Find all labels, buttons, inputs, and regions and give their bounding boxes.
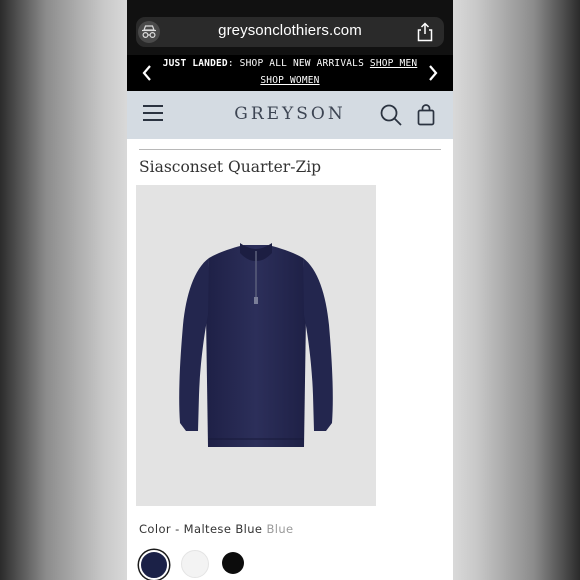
url-text[interactable]: greysonclothiers.com bbox=[127, 22, 453, 39]
share-icon bbox=[417, 22, 433, 42]
promo-prev-button[interactable] bbox=[141, 64, 153, 82]
browser-bar: greysonclothiers.com bbox=[127, 0, 453, 55]
product-image[interactable] bbox=[136, 185, 376, 506]
divider bbox=[139, 149, 441, 150]
color-selection: Color - Maltese Blue Blue bbox=[139, 522, 294, 536]
promo-headline: JUST LANDED bbox=[162, 58, 228, 69]
product-title: Siasconset Quarter-Zip bbox=[139, 158, 322, 176]
color-value: Blue bbox=[266, 522, 294, 536]
swatch-maltese-blue[interactable] bbox=[139, 550, 169, 580]
site-header: GREYSON bbox=[127, 91, 453, 139]
search-button[interactable] bbox=[379, 103, 403, 127]
share-button[interactable] bbox=[416, 22, 434, 42]
shop-men-link[interactable]: SHOP MEN bbox=[370, 58, 417, 69]
swatch-black[interactable] bbox=[222, 552, 244, 574]
swatch-white[interactable] bbox=[181, 550, 209, 578]
color-label: Color - Maltese Blue bbox=[139, 522, 263, 536]
shopping-bag-icon bbox=[417, 104, 435, 126]
phone-screen: greysonclothiers.com JUST LANDED: SHOP A… bbox=[127, 0, 453, 580]
promo-banner: JUST LANDED: SHOP ALL NEW ARRIVALS SHOP … bbox=[127, 55, 453, 91]
promo-message: : SHOP ALL NEW ARRIVALS bbox=[227, 58, 370, 69]
promo-text: JUST LANDED: SHOP ALL NEW ARRIVALS SHOP … bbox=[159, 55, 421, 89]
search-icon bbox=[380, 104, 402, 126]
quarter-zip-image bbox=[179, 243, 333, 447]
cart-button[interactable] bbox=[417, 104, 435, 126]
site-logo[interactable]: GREYSON bbox=[127, 104, 453, 124]
promo-next-button[interactable] bbox=[427, 64, 439, 82]
chevron-right-icon bbox=[429, 65, 438, 81]
chevron-left-icon bbox=[142, 65, 151, 81]
shop-women-link[interactable]: SHOP WOMEN bbox=[260, 75, 319, 86]
